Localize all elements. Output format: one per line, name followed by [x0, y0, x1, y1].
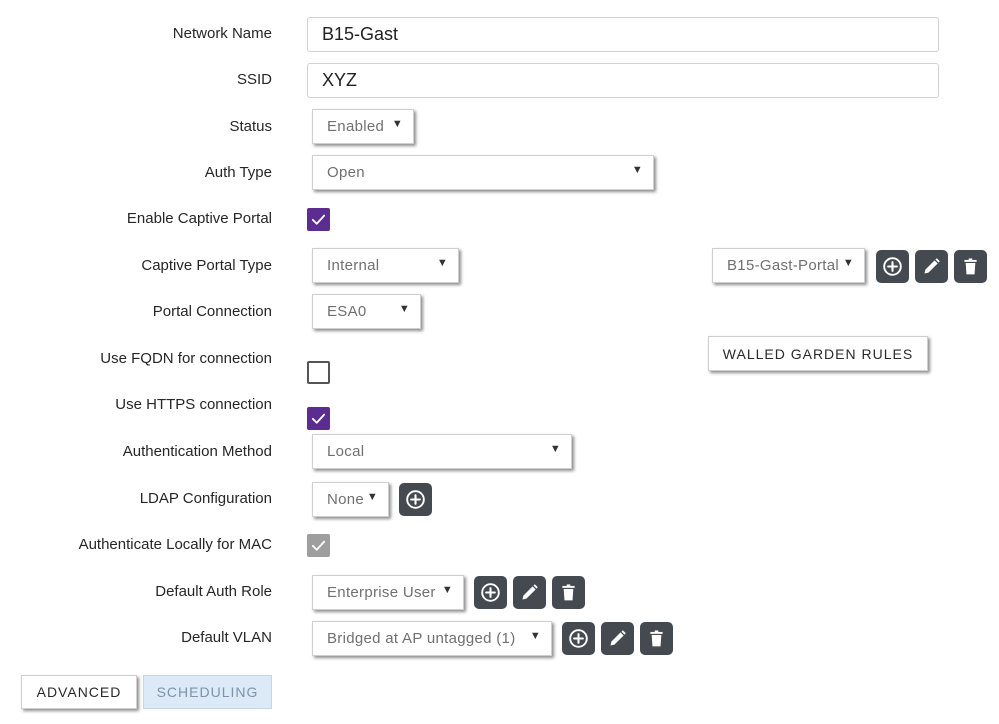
- captive-portal-type-value: Internal: [327, 257, 380, 274]
- use-fqdn-checkbox[interactable]: [307, 361, 330, 384]
- walled-garden-rules-button[interactable]: WALLED GARDEN RULES: [708, 336, 928, 371]
- portal-select[interactable]: B15-Gast-Portal ▼: [712, 248, 865, 283]
- plus-circle-icon: [883, 257, 902, 276]
- pencil-icon: [522, 584, 538, 600]
- default-auth-role-select[interactable]: Enterprise User ▼: [312, 575, 464, 610]
- trash-icon: [650, 630, 663, 647]
- ldap-config-value: None: [327, 491, 365, 508]
- caret-down-icon: ▼: [391, 118, 403, 130]
- tab-advanced[interactable]: ADVANCED: [21, 675, 137, 709]
- status-select[interactable]: Enabled ▼: [312, 109, 414, 144]
- ssid-label: SSID: [236, 71, 272, 88]
- caret-down-icon: ▼: [529, 630, 541, 642]
- trash-icon: [964, 258, 977, 275]
- auth-locally-mac-label: Authenticate Locally for MAC: [78, 536, 272, 553]
- network-name-label: Network Name: [172, 25, 272, 42]
- ldap-config-label: LDAP Configuration: [139, 490, 272, 507]
- status-value: Enabled: [327, 118, 385, 135]
- auth-method-select[interactable]: Local ▼: [312, 434, 572, 469]
- default-vlan-value: Bridged at AP untagged (1): [327, 630, 516, 647]
- ssid-input[interactable]: [307, 63, 939, 98]
- network-name-input[interactable]: [307, 17, 939, 52]
- plus-circle-icon: [481, 583, 500, 602]
- plus-circle-icon: [569, 629, 588, 648]
- add-vlan-button[interactable]: [562, 622, 595, 655]
- trash-icon: [562, 584, 575, 601]
- add-auth-role-button[interactable]: [474, 576, 507, 609]
- checkmark-icon: [311, 413, 326, 424]
- default-auth-role-label: Default Auth Role: [155, 583, 272, 600]
- caret-down-icon: ▼: [549, 443, 561, 455]
- plus-circle-icon: [406, 490, 425, 509]
- auth-type-label: Auth Type: [204, 164, 272, 181]
- auth-locally-mac-checkbox: [307, 534, 330, 557]
- default-vlan-select[interactable]: Bridged at AP untagged (1) ▼: [312, 621, 552, 656]
- add-ldap-button[interactable]: [399, 483, 432, 516]
- captive-portal-type-select[interactable]: Internal ▼: [312, 248, 459, 283]
- default-vlan-label: Default VLAN: [181, 629, 272, 646]
- auth-type-value: Open: [327, 164, 365, 181]
- delete-auth-role-button[interactable]: [552, 576, 585, 609]
- pencil-icon: [610, 630, 626, 646]
- ldap-config-select[interactable]: None ▼: [312, 482, 389, 517]
- caret-down-icon: ▼: [842, 257, 854, 269]
- use-https-checkbox[interactable]: [307, 407, 330, 430]
- checkmark-icon: [311, 540, 326, 551]
- portal-connection-label: Portal Connection: [152, 303, 272, 320]
- default-auth-role-value: Enterprise User: [327, 584, 436, 601]
- status-label: Status: [229, 118, 272, 135]
- enable-captive-portal-label: Enable Captive Portal: [126, 210, 272, 227]
- auth-type-select[interactable]: Open ▼: [312, 155, 654, 190]
- caret-down-icon: ▼: [366, 491, 378, 503]
- use-fqdn-label: Use FQDN for connection: [100, 350, 272, 367]
- portal-connection-select[interactable]: ESA0 ▼: [312, 294, 421, 329]
- enable-captive-portal-checkbox[interactable]: [307, 208, 330, 231]
- delete-portal-button[interactable]: [954, 250, 987, 283]
- caret-down-icon: ▼: [441, 584, 453, 596]
- portal-connection-value: ESA0: [327, 303, 367, 320]
- add-portal-button[interactable]: [876, 250, 909, 283]
- portal-value: B15-Gast-Portal: [727, 257, 840, 274]
- captive-portal-type-label: Captive Portal Type: [141, 257, 272, 274]
- edit-auth-role-button[interactable]: [513, 576, 546, 609]
- edit-vlan-button[interactable]: [601, 622, 634, 655]
- auth-method-label: Authentication Method: [122, 443, 272, 460]
- use-https-label: Use HTTPS connection: [115, 396, 272, 413]
- tab-scheduling[interactable]: SCHEDULING: [143, 675, 272, 709]
- delete-vlan-button[interactable]: [640, 622, 673, 655]
- caret-down-icon: ▼: [398, 303, 410, 315]
- pencil-icon: [924, 258, 940, 274]
- checkmark-icon: [311, 214, 326, 225]
- caret-down-icon: ▼: [631, 164, 643, 176]
- auth-method-value: Local: [327, 443, 365, 460]
- caret-down-icon: ▼: [436, 257, 448, 269]
- edit-portal-button[interactable]: [915, 250, 948, 283]
